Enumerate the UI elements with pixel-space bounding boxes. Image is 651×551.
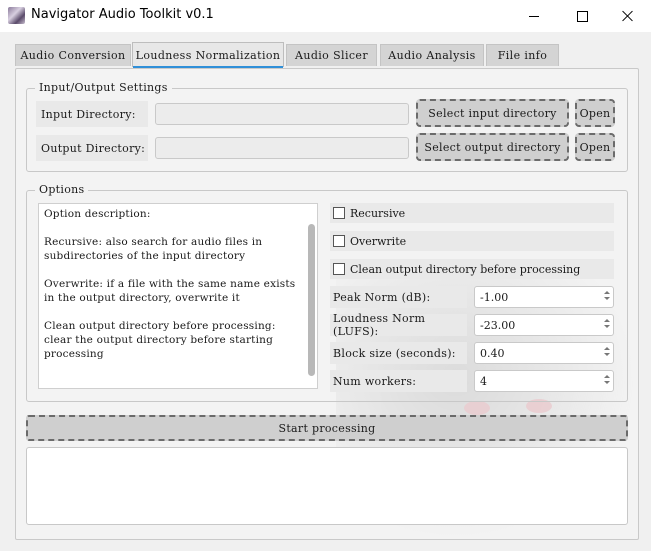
- tab-audio-analysis[interactable]: Audio Analysis: [380, 44, 484, 66]
- peak-norm-value[interactable]: -1.00: [480, 291, 508, 304]
- app-icon: [8, 7, 25, 24]
- tab-audio-conversion[interactable]: Audio Conversion: [15, 44, 131, 66]
- chevron-up-icon[interactable]: [604, 291, 610, 294]
- chevron-down-icon[interactable]: [604, 381, 610, 384]
- loudness-norm-spinbox[interactable]: -23.00: [474, 314, 614, 336]
- overwrite-label: Overwrite: [350, 234, 407, 248]
- num-workers-value[interactable]: 4: [480, 375, 487, 388]
- chevron-down-icon[interactable]: [604, 325, 610, 328]
- overwrite-checkbox[interactable]: [333, 235, 345, 247]
- option-description-text: Option description: Recursive: also sear…: [44, 208, 296, 360]
- minimize-icon: [529, 15, 539, 17]
- log-output-area[interactable]: [26, 447, 628, 525]
- input-directory-label: Input Directory:: [36, 101, 148, 127]
- tab-file-info[interactable]: File info: [486, 44, 559, 66]
- input-directory-field[interactable]: [155, 103, 409, 125]
- maximize-button[interactable]: [559, 0, 605, 32]
- num-workers-spinbox[interactable]: 4: [474, 370, 614, 392]
- clean-output-checkbox-row[interactable]: Clean output directory before processing: [330, 259, 614, 279]
- peak-norm-label: Peak Norm (dB):: [330, 286, 467, 308]
- tab-audio-slicer[interactable]: Audio Slicer: [286, 44, 377, 66]
- maximize-icon: [576, 10, 588, 22]
- block-size-value[interactable]: 0.40: [480, 347, 505, 360]
- open-output-button[interactable]: Open: [575, 133, 615, 161]
- clean-output-checkbox[interactable]: [333, 263, 345, 275]
- output-directory-field[interactable]: [155, 137, 409, 159]
- num-workers-label: Num workers:: [330, 370, 467, 392]
- tab-loudness-normalization[interactable]: Loudness Normalization: [132, 42, 284, 68]
- num-workers-stepper[interactable]: [602, 372, 612, 390]
- close-icon: [622, 10, 634, 22]
- loudness-norm-value[interactable]: -23.00: [480, 319, 515, 332]
- chevron-up-icon[interactable]: [604, 347, 610, 350]
- chevron-down-icon[interactable]: [604, 353, 610, 356]
- block-size-spinbox[interactable]: 0.40: [474, 342, 614, 364]
- minimize-button[interactable]: [511, 0, 557, 32]
- block-size-label: Block size (seconds):: [330, 342, 467, 364]
- recursive-checkbox[interactable]: [333, 207, 345, 219]
- loudness-norm-stepper[interactable]: [602, 316, 612, 334]
- chevron-up-icon[interactable]: [604, 375, 610, 378]
- output-directory-label: Output Directory:: [36, 135, 148, 161]
- chevron-up-icon[interactable]: [604, 319, 610, 322]
- tab-panel-loudness: Input/Output Settings Input Directory: S…: [15, 68, 639, 540]
- start-processing-button[interactable]: Start processing: [26, 415, 628, 441]
- clean-output-label: Clean output directory before processing: [350, 262, 581, 276]
- overwrite-checkbox-row[interactable]: Overwrite: [330, 231, 614, 251]
- open-input-button[interactable]: Open: [575, 99, 615, 127]
- scrollbar-thumb[interactable]: [308, 224, 315, 376]
- select-input-directory-button[interactable]: Select input directory: [416, 99, 569, 127]
- option-description-box: Option description: Recursive: also sear…: [38, 203, 318, 389]
- title-bar: Navigator Audio Toolkit v0.1: [0, 0, 651, 32]
- chevron-down-icon[interactable]: [604, 297, 610, 300]
- options-title: Options: [35, 183, 89, 196]
- peak-norm-stepper[interactable]: [602, 288, 612, 306]
- close-button[interactable]: [605, 0, 651, 32]
- recursive-checkbox-row[interactable]: Recursive: [330, 203, 614, 223]
- block-size-stepper[interactable]: [602, 344, 612, 362]
- description-scrollbar[interactable]: [306, 206, 316, 386]
- io-settings-title: Input/Output Settings: [35, 81, 172, 94]
- recursive-label: Recursive: [350, 206, 406, 220]
- loudness-norm-label: Loudness Norm (LUFS):: [330, 312, 467, 338]
- peak-norm-spinbox[interactable]: -1.00: [474, 286, 614, 308]
- window-title: Navigator Audio Toolkit v0.1: [31, 7, 214, 22]
- select-output-directory-button[interactable]: Select output directory: [416, 133, 569, 161]
